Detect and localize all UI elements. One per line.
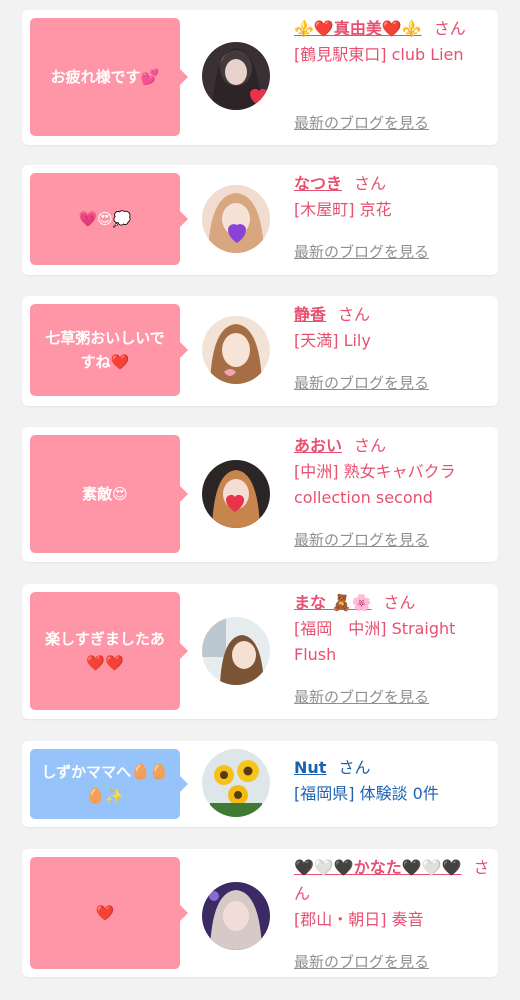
comment-author-info: ⚜️❤️真由美❤️⚜️ さん [鶴見駅東口] club Lien xyxy=(294,16,490,68)
honorific: さん xyxy=(383,593,416,612)
shop-name: [福岡 中洲] Straight Flush xyxy=(294,619,456,664)
avatar[interactable] xyxy=(202,185,270,253)
author-name-link[interactable]: あおい xyxy=(294,436,342,455)
author-name-link[interactable]: ⚜️❤️真由美❤️⚜️ xyxy=(294,19,422,38)
comment-message: お疲れ様です💕 xyxy=(50,68,160,86)
comment-bubble: しずかママへ🥚🥚🥚✨ xyxy=(30,749,188,819)
comment-card: 💗😍💭 なつき さん [木屋町] 京花 最新のブログを見る xyxy=(22,165,498,275)
comment-author-info: あおい さん [中洲] 熟女キャバクラ collection second xyxy=(294,433,490,511)
honorific: さん xyxy=(354,174,387,193)
latest-blog-link[interactable]: 最新のブログを見る xyxy=(294,686,429,707)
comment-bubble: 💗😍💭 xyxy=(30,173,188,265)
comment-card: しずかママへ🥚🥚🥚✨ Nut さん [福岡県] 体験談 0件 xyxy=(22,741,498,827)
shop-name: [天満] Lily xyxy=(294,331,371,350)
avatar[interactable] xyxy=(202,749,270,817)
comment-message: 七草粥おいしいですね❤️ xyxy=(45,329,165,371)
shop-name: [木屋町] 京花 xyxy=(294,200,392,219)
comment-message: 楽しすぎましたあ❤️❤️ xyxy=(45,630,165,672)
comment-card: 七草粥おいしいですね❤️ 静香 さん [天満] Lily 最新のブログを見る xyxy=(22,296,498,406)
shop-name: [郡山・朝日] 奏音 xyxy=(294,910,424,929)
comment-bubble: お疲れ様です💕 xyxy=(30,18,188,136)
latest-blog-link[interactable]: 最新のブログを見る xyxy=(294,241,429,262)
honorific: さん xyxy=(354,436,387,455)
shop-name: [中洲] 熟女キャバクラ collection second xyxy=(294,462,456,507)
avatar[interactable] xyxy=(202,42,270,110)
comment-author-info: 🖤🤍🖤かなた🖤🤍🖤 さん [郡山・朝日] 奏音 xyxy=(294,855,490,933)
latest-blog-link[interactable]: 最新のブログを見る xyxy=(294,372,429,393)
comment-bubble: 素敵😍 xyxy=(30,435,188,553)
latest-blog-link[interactable]: 最新のブログを見る xyxy=(294,112,429,133)
comment-author-info: Nut さん [福岡県] 体験談 0件 xyxy=(294,755,490,807)
author-name-link[interactable]: Nut xyxy=(294,758,326,777)
comment-card: 楽しすぎましたあ❤️❤️ まな 🧸🌸 さん [福岡 中洲] Straight Fl… xyxy=(22,584,498,719)
honorific: さん xyxy=(433,19,466,38)
author-name-link[interactable]: 静香 xyxy=(294,305,326,324)
comment-card: ❤️ 🖤🤍🖤かなた🖤🤍🖤 さん [郡山・朝日] 奏音 最新のブログを見る xyxy=(22,849,498,977)
comment-message: しずかママへ🥚🥚🥚✨ xyxy=(41,763,169,805)
comment-author-info: まな 🧸🌸 さん [福岡 中洲] Straight Flush xyxy=(294,590,490,668)
honorific: さん xyxy=(338,758,371,777)
comment-author-info: 静香 さん [天満] Lily xyxy=(294,302,490,354)
avatar[interactable] xyxy=(202,617,270,685)
comment-bubble: ❤️ xyxy=(30,857,188,969)
comment-feed: お疲れ様です💕 ⚜️❤️真由美❤️⚜️ さん [鶴見駅東口] club Lien … xyxy=(0,0,520,1000)
shop-name: [鶴見駅東口] club Lien xyxy=(294,45,464,64)
comment-message: ❤️ xyxy=(95,904,115,922)
comment-bubble: 七草粥おいしいですね❤️ xyxy=(30,304,188,396)
author-name-link[interactable]: なつき xyxy=(294,174,342,193)
comment-card: お疲れ様です💕 ⚜️❤️真由美❤️⚜️ さん [鶴見駅東口] club Lien … xyxy=(22,10,498,145)
comment-message: 素敵😍 xyxy=(82,485,128,503)
shop-name: [福岡県] 体験談 0件 xyxy=(294,784,439,803)
author-name-link[interactable]: まな 🧸🌸 xyxy=(294,593,371,612)
comment-card: 素敵😍 あおい さん [中洲] 熟女キャバクラ collection second… xyxy=(22,427,498,562)
latest-blog-link[interactable]: 最新のブログを見る xyxy=(294,951,429,972)
comment-message: 💗😍💭 xyxy=(78,210,132,228)
honorific: さん xyxy=(338,305,371,324)
comment-author-info: なつき さん [木屋町] 京花 xyxy=(294,171,490,223)
author-name-link[interactable]: 🖤🤍🖤かなた🖤🤍🖤 xyxy=(294,858,462,877)
comment-bubble: 楽しすぎましたあ❤️❤️ xyxy=(30,592,188,710)
avatar[interactable] xyxy=(202,460,270,528)
latest-blog-link[interactable]: 最新のブログを見る xyxy=(294,529,429,550)
avatar[interactable] xyxy=(202,316,270,384)
avatar[interactable] xyxy=(202,882,270,950)
